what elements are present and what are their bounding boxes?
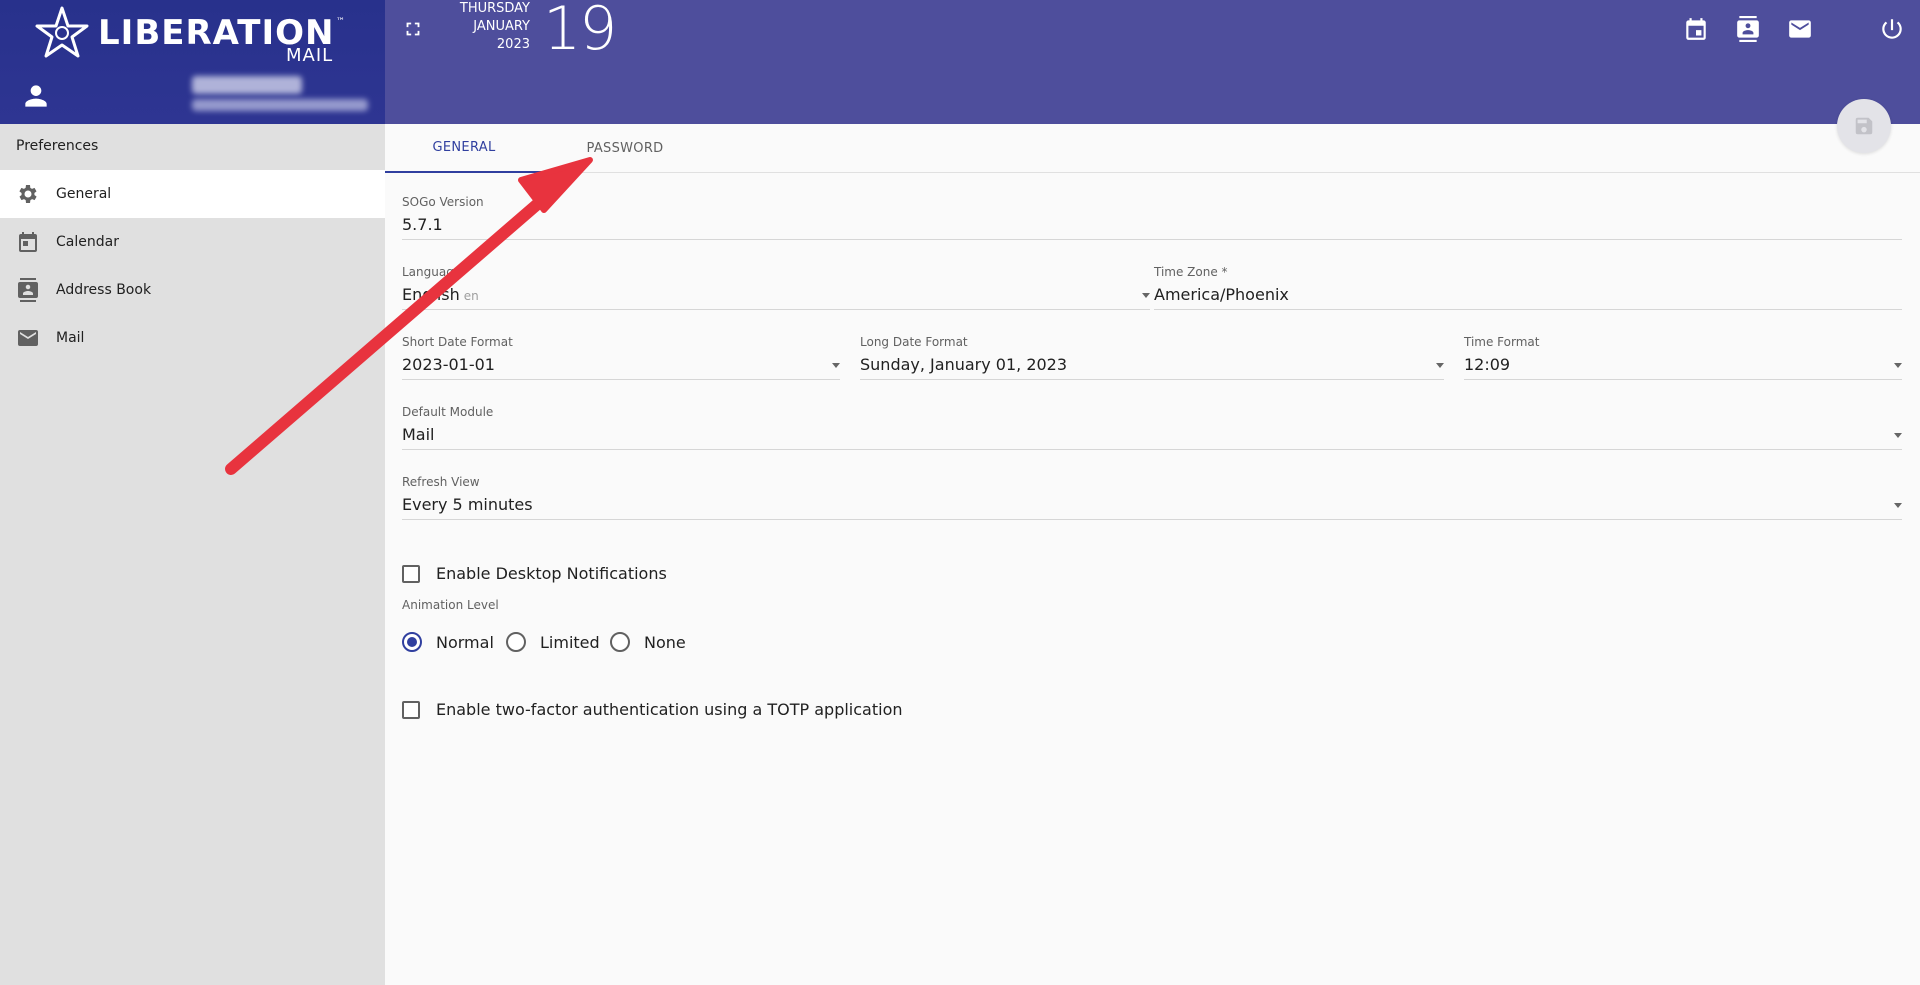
day-number: 19 [543, 0, 617, 64]
checkbox-box[interactable] [402, 564, 420, 583]
field-underline [402, 519, 1902, 520]
radio-circle[interactable] [402, 632, 422, 652]
short-date-format-select[interactable]: Short Date Format 2023-01-01 [402, 335, 840, 381]
field-value: 5.7.1 [402, 215, 443, 234]
field-underline [1154, 309, 1902, 310]
chevron-down-icon [1894, 363, 1902, 368]
sidebar-item-address-book[interactable]: Address Book [0, 266, 385, 314]
preferences-title: Preferences [16, 138, 99, 154]
gear-icon [19, 185, 37, 203]
sidebar-item-label: Address Book [56, 282, 152, 298]
default-module-select[interactable]: Default Module Mail [402, 405, 1902, 451]
sidebar-header: LIBERATION ™ MAIL [0, 0, 385, 124]
two-factor-checkbox[interactable]: Enable two-factor authentication using a… [402, 700, 903, 719]
tab-bar: GENERAL PASSWORD [385, 124, 1920, 173]
brand-subtitle: MAIL [286, 45, 334, 66]
contact-book-icon [18, 278, 38, 302]
sidebar-item-calendar[interactable]: Calendar [0, 218, 385, 266]
brand-logo: LIBERATION ™ MAIL [34, 5, 354, 66]
radio-circle[interactable] [610, 632, 630, 652]
chevron-down-icon [1436, 363, 1444, 368]
power-icon[interactable] [1879, 16, 1905, 42]
radio-animation-none[interactable]: None [610, 632, 686, 652]
field-value: America/Phoenix [1154, 285, 1289, 304]
chevron-down-icon [1142, 293, 1150, 298]
field-label: Time Format [1464, 335, 1540, 349]
field-underline [402, 379, 840, 380]
brand-trademark: ™ [336, 17, 345, 27]
field-underline [402, 449, 1902, 450]
sidebar-item-mail[interactable]: Mail [0, 314, 385, 362]
calendar-icon[interactable] [1683, 16, 1709, 42]
checkbox-label: Enable two-factor authentication using a… [436, 700, 903, 719]
sogo-version-field: SOGo Version 5.7.1 [402, 195, 1902, 241]
radio-label: Normal [436, 632, 494, 652]
year-text: 2023 [496, 37, 530, 52]
field-label: Long Date Format [860, 335, 968, 349]
chevron-down-icon [1894, 503, 1902, 508]
desktop-notifications-checkbox[interactable]: Enable Desktop Notifications [402, 564, 667, 583]
time-format-select[interactable]: Time Format 12:09 [1464, 335, 1902, 381]
user-email-redacted [192, 99, 368, 111]
field-label: Short Date Format [402, 335, 513, 349]
field-value: English en [402, 285, 479, 304]
field-label: SOGo Version [402, 195, 484, 209]
checkbox-box[interactable] [402, 700, 420, 719]
chevron-down-icon [1894, 433, 1902, 438]
star-logo-icon [35, 6, 89, 58]
sidebar-item-label: Mail [56, 330, 85, 346]
field-underline [860, 379, 1444, 380]
sidebar: LIBERATION ™ MAIL Preferences General Ca… [0, 0, 385, 985]
time-zone-field[interactable]: Time Zone * America/Phoenix [1154, 265, 1902, 311]
field-value: 2023-01-01 [402, 355, 495, 374]
mail-icon[interactable] [1787, 16, 1813, 42]
field-underline [402, 309, 1150, 310]
user-avatar-icon[interactable] [20, 80, 52, 112]
chevron-down-icon [832, 363, 840, 368]
save-icon [1855, 117, 1873, 135]
checkbox-label: Enable Desktop Notifications [436, 564, 667, 583]
field-label: Refresh View [402, 475, 480, 489]
save-button[interactable] [1837, 99, 1891, 153]
field-label: Default Module [402, 405, 494, 419]
date-block: THURSDAY JANUARY 2023 [440, 0, 530, 54]
month-text: JANUARY [473, 19, 530, 34]
tab-password[interactable]: PASSWORD [543, 124, 707, 173]
field-underline [402, 239, 1902, 240]
radio-label: Limited [540, 632, 600, 652]
language-select[interactable]: Language English en [402, 265, 1150, 311]
animation-level-label: Animation Level [402, 598, 499, 612]
mail-icon [18, 330, 38, 346]
sidebar-item-general[interactable]: General [0, 170, 385, 218]
field-value: 12:09 [1464, 355, 1511, 374]
contact-book-icon[interactable] [1735, 16, 1761, 42]
calendar-icon [19, 232, 37, 252]
field-value: Mail [402, 425, 435, 444]
sidebar-item-label: General [56, 186, 112, 202]
field-value: Every 5 minutes [402, 495, 533, 514]
user-name-redacted [192, 76, 302, 94]
fullscreen-icon[interactable] [402, 18, 424, 40]
field-value: Sunday, January 01, 2023 [860, 355, 1068, 374]
radio-animation-normal[interactable]: Normal [402, 632, 494, 652]
long-date-format-select[interactable]: Long Date Format Sunday, January 01, 202… [860, 335, 1444, 381]
tab-general[interactable]: GENERAL [385, 124, 543, 173]
language-value: English [402, 285, 460, 304]
sidebar-item-label: Calendar [56, 234, 119, 250]
refresh-view-select[interactable]: Refresh View Every 5 minutes [402, 475, 1902, 521]
weekday-text: THURSDAY [459, 1, 530, 16]
field-label: Language [402, 265, 462, 279]
radio-circle[interactable] [506, 632, 526, 652]
field-underline [1464, 379, 1902, 380]
radio-label: None [644, 632, 686, 652]
language-code: en [463, 289, 479, 303]
field-label: Time Zone * [1154, 265, 1228, 279]
top-bar: THURSDAY JANUARY 2023 19 [385, 0, 1920, 124]
radio-animation-limited[interactable]: Limited [506, 632, 600, 652]
